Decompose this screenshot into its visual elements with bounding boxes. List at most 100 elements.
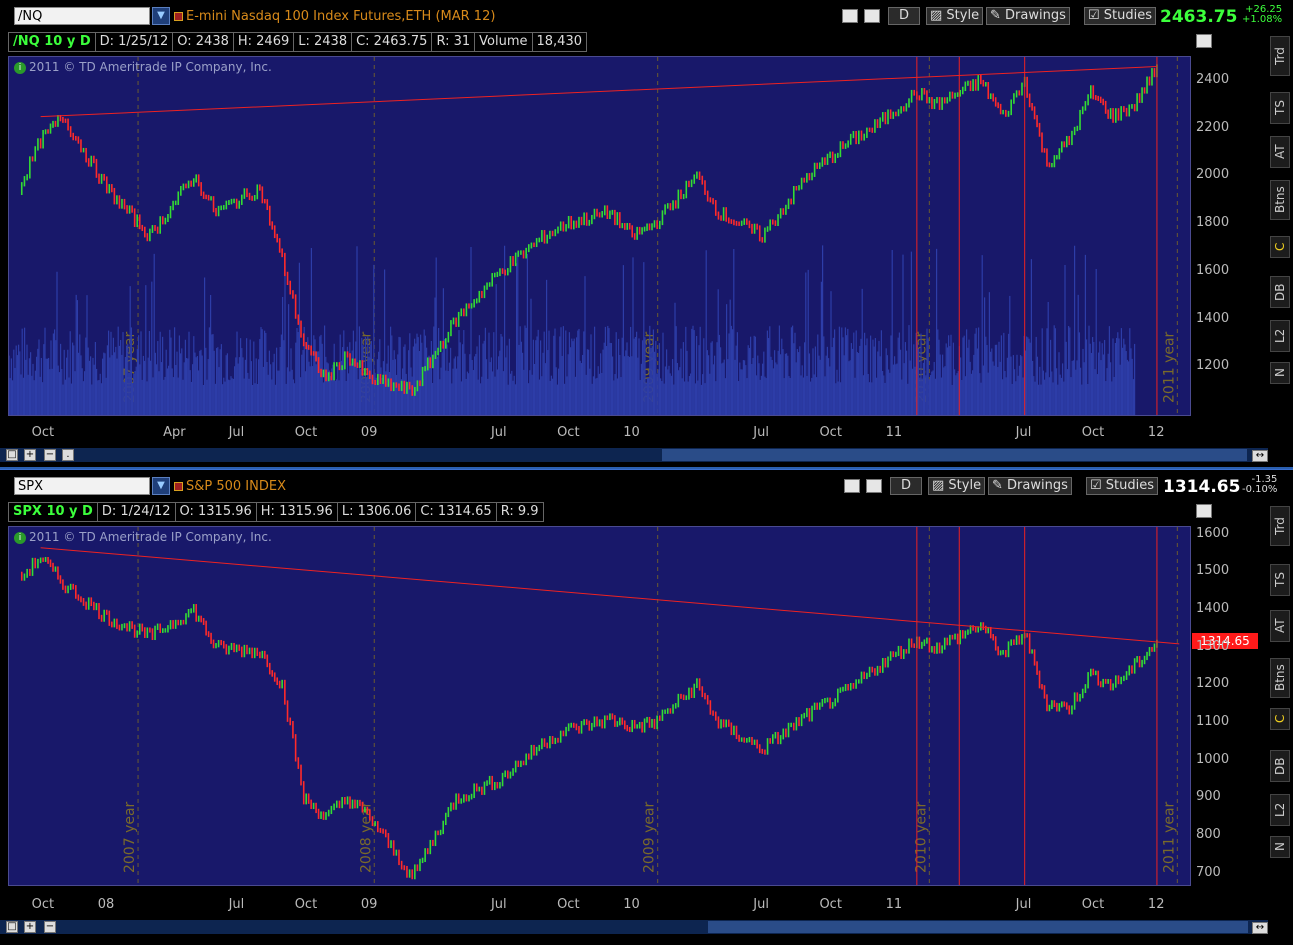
studies-button[interactable]: ☑ Studies <box>1084 7 1157 25</box>
expand-icon[interactable]: ↔ <box>1252 922 1268 934</box>
x-tick-label: 08 <box>97 897 115 912</box>
info-volume-label: Volume <box>474 32 533 52</box>
spx-scrollbar[interactable]: □ + − <box>0 920 1268 934</box>
x-tick-label: Jul <box>228 897 245 912</box>
symbol-dropdown-icon[interactable]: ▼ <box>152 7 170 25</box>
symbol-dropdown-icon[interactable]: ▼ <box>152 477 170 495</box>
side-tab-ts[interactable]: TS <box>1270 564 1290 596</box>
x-tick-label: Oct <box>557 425 580 440</box>
style-button[interactable]: ▨ Style <box>928 477 986 495</box>
chart-title[interactable]: SPX 10 y D <box>8 502 98 522</box>
nq-toolbar: /NQ ▼ E-mini Nasdaq 100 Index Futures,ET… <box>0 4 1293 28</box>
side-tab-ts[interactable]: TS <box>1270 92 1290 124</box>
side-tab-trd[interactable]: Trd <box>1270 506 1290 546</box>
spx-price-svg: 2007 year 2008 year 2009 year 2010 year 2011… <box>20 527 1180 885</box>
info-range: R: 9.9 <box>495 502 544 522</box>
link-icon[interactable] <box>864 9 880 23</box>
spx-chart-pane: SPX ▼ S&P 500 INDEX D ▨ Style ✎ Drawings… <box>0 469 1293 945</box>
crosshair-icon[interactable] <box>844 479 860 493</box>
x-tick-label: 09 <box>360 425 378 440</box>
copyright-text: 2011 © TD Ameritrade IP Company, Inc. <box>29 60 272 74</box>
drawings-button[interactable]: ✎ Drawings <box>988 477 1072 495</box>
crosshair-icon[interactable] <box>842 9 858 23</box>
side-tab-c[interactable]: C <box>1270 236 1290 258</box>
info-date: D: 1/24/12 <box>96 502 176 522</box>
side-tab-l2[interactable]: L2 <box>1270 320 1290 352</box>
info-icon[interactable]: i <box>14 531 26 544</box>
x-tick-label: Oct <box>1081 897 1105 912</box>
style-button[interactable]: ▨ Style <box>926 7 984 25</box>
nq-info-bar: /NQ 10 y D D: 1/25/12 O: 2438 H: 2469 L:… <box>8 32 587 52</box>
chart-settings-icon[interactable] <box>1196 504 1212 518</box>
chart-settings-icon[interactable] <box>1196 34 1212 48</box>
side-tab-l2[interactable]: L2 <box>1270 794 1290 826</box>
zoom-out-icon[interactable]: − <box>44 449 56 461</box>
studies-button[interactable]: ☑ Studies <box>1086 477 1159 495</box>
studies-label: Studies <box>1105 478 1155 493</box>
side-tab-n[interactable]: N <box>1270 362 1290 384</box>
x-tick-label: Oct <box>294 897 318 912</box>
x-tick-label: Jul <box>1015 897 1032 912</box>
studies-icon: ☑ <box>1088 8 1104 23</box>
side-tab-n[interactable]: N <box>1270 836 1290 858</box>
expand-icon[interactable]: ↔ <box>1252 450 1268 462</box>
x-tick-label: Oct <box>31 897 55 912</box>
info-volume-value: 18,430 <box>531 32 587 52</box>
info-high: H: 1315.96 <box>255 502 338 522</box>
side-tab-trd[interactable]: Trd <box>1270 36 1290 76</box>
zoom-window-icon[interactable]: □ <box>6 921 18 933</box>
x-tick-label: Jul <box>753 897 769 912</box>
price-change: +26.25 +1.08% <box>1242 5 1282 25</box>
zoom-in-icon[interactable]: + <box>24 921 36 933</box>
style-icon: ▨ <box>930 8 947 23</box>
zoom-out-icon[interactable]: − <box>44 921 56 933</box>
drawings-label: Drawings <box>1007 478 1068 493</box>
y-tick-label: 700 <box>1196 864 1221 880</box>
y-tick-label: 1400 <box>1196 310 1230 326</box>
nq-plot-area[interactable]: 2007 year2008 year2009 year2010 year2011… <box>8 56 1191 416</box>
period-button[interactable]: D <box>888 7 920 25</box>
info-low: L: 1306.06 <box>336 502 417 522</box>
year-label: 2011 year <box>1161 331 1177 403</box>
side-tab-btns[interactable]: Btns <box>1270 180 1290 220</box>
side-tab-at[interactable]: AT <box>1270 610 1290 642</box>
nq-chart-pane: /NQ ▼ E-mini Nasdaq 100 Index Futures,ET… <box>0 0 1293 469</box>
x-tick-label: Apr <box>163 425 186 440</box>
spx-info-bar: SPX 10 y D D: 1/24/12 O: 1315.96 H: 1315… <box>8 502 544 522</box>
side-tab-db[interactable]: DB <box>1270 276 1290 308</box>
info-icon[interactable]: i <box>14 61 26 74</box>
scroll-thumb[interactable] <box>662 449 1247 461</box>
info-close: C: 1314.65 <box>415 502 497 522</box>
zoom-reset-icon[interactable]: . <box>62 449 74 461</box>
last-price: 2463.75 <box>1160 7 1238 27</box>
trendline <box>40 66 1157 118</box>
y-tick-label: 1500 <box>1196 563 1230 579</box>
scroll-thumb[interactable] <box>708 921 1248 933</box>
symbol-input[interactable]: /NQ <box>14 7 150 25</box>
side-tab-at[interactable]: AT <box>1270 136 1290 168</box>
chart-title[interactable]: /NQ 10 y D <box>8 32 96 52</box>
zoom-in-icon[interactable]: + <box>24 449 36 461</box>
x-tick-label: Jul <box>228 425 245 440</box>
info-date: D: 1/25/12 <box>94 32 174 52</box>
period-button[interactable]: D <box>890 477 922 495</box>
symbol-description: E-mini Nasdaq 100 Index Futures,ETH (MAR… <box>186 9 496 24</box>
link-icon[interactable] <box>866 479 882 493</box>
side-tab-c[interactable]: C <box>1270 708 1290 730</box>
nq-scrollbar[interactable]: □ + − . <box>0 448 1268 462</box>
x-tick-label: Jul <box>1015 425 1032 440</box>
y-tick-label: 2000 <box>1196 167 1230 183</box>
spx-plot-area[interactable]: 2007 year 2008 year 2009 year 2010 year 2011… <box>8 526 1191 886</box>
x-tick-label: Oct <box>31 425 55 440</box>
year-label: 2010 year <box>913 801 929 873</box>
drawings-button[interactable]: ✎ Drawings <box>986 7 1070 25</box>
symbol-input[interactable]: SPX <box>14 477 150 495</box>
x-tick-label: Jul <box>490 425 507 440</box>
year-label: 2007 year <box>122 801 138 873</box>
side-tab-btns[interactable]: Btns <box>1270 658 1290 698</box>
copyright-notice: i 2011 © TD Ameritrade IP Company, Inc. <box>14 530 272 544</box>
zoom-window-icon[interactable]: □ <box>6 449 18 461</box>
info-range: R: 31 <box>431 32 476 52</box>
side-tab-db[interactable]: DB <box>1270 750 1290 782</box>
y-tick-label: 2200 <box>1196 119 1230 135</box>
